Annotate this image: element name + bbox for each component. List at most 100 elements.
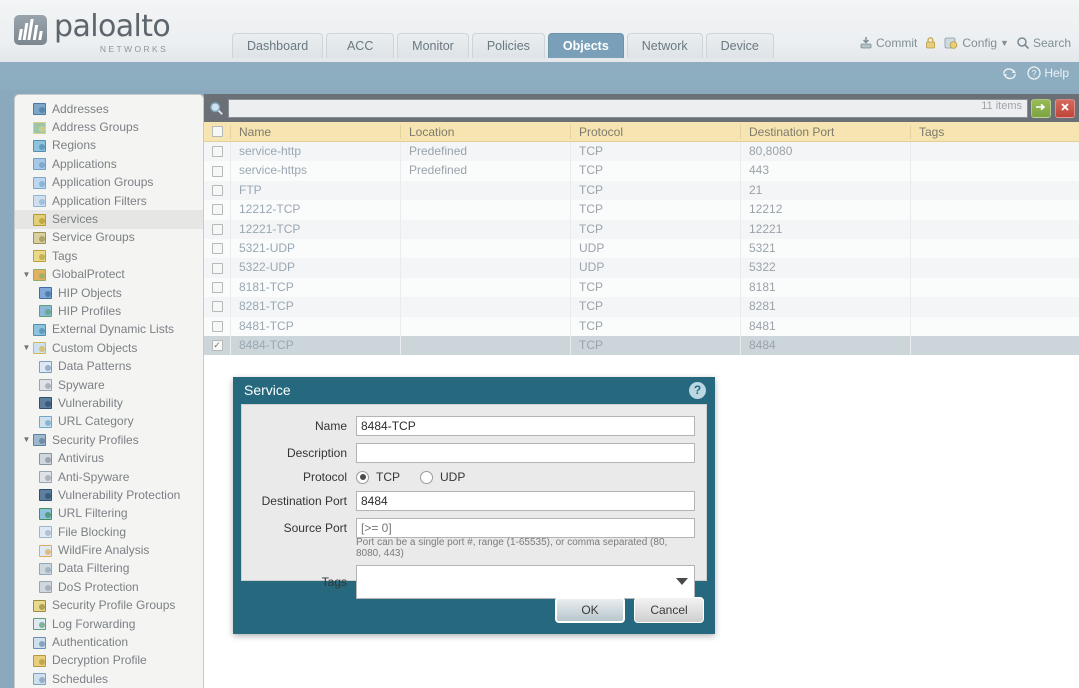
- help-button[interactable]: ? Help: [1027, 66, 1069, 80]
- table-row[interactable]: 12212-TCP TCP 12212: [204, 200, 1079, 220]
- sidebar-item-authentication[interactable]: Authentication: [15, 633, 203, 651]
- protocol-udp-label[interactable]: UDP: [440, 470, 465, 484]
- row-checkbox[interactable]: [204, 301, 230, 313]
- sidebar-item-service-groups[interactable]: Service Groups: [15, 229, 203, 247]
- expand-collapse-icon[interactable]: ▼: [21, 270, 32, 279]
- refresh-button[interactable]: [1002, 67, 1017, 80]
- sidebar-item-log-forwarding[interactable]: Log Forwarding: [15, 615, 203, 633]
- table-row[interactable]: service-http Predefined TCP 80,8080: [204, 142, 1079, 162]
- row-checkbox[interactable]: [204, 146, 230, 158]
- question-icon[interactable]: ?: [689, 382, 706, 399]
- table-row[interactable]: 5322-UDP UDP 5322: [204, 258, 1079, 278]
- row-checkbox[interactable]: [204, 262, 230, 274]
- sidebar-item-hip-objects[interactable]: HIP Objects: [15, 284, 203, 302]
- sidebar-item-schedules[interactable]: Schedules: [15, 670, 203, 688]
- sidebar-item-application-groups[interactable]: Application Groups: [15, 174, 203, 192]
- ok-button[interactable]: OK: [555, 597, 625, 623]
- row-checkbox[interactable]: [204, 223, 230, 235]
- table-row[interactable]: ✓ 8484-TCP TCP 8484: [204, 335, 1079, 356]
- protocol-tcp-label[interactable]: TCP: [376, 470, 400, 484]
- destination-port-field[interactable]: [356, 491, 695, 511]
- sidebar-item-wildfire-analysis[interactable]: WildFire Analysis: [15, 541, 203, 559]
- config-menu[interactable]: Config ▼: [944, 36, 1009, 50]
- sidebar-item-decryption-profile[interactable]: Decryption Profile: [15, 652, 203, 670]
- column-header-name[interactable]: Name: [230, 124, 400, 139]
- tab-monitor[interactable]: Monitor: [397, 33, 469, 58]
- sidebar-item-data-patterns[interactable]: Data Patterns: [15, 357, 203, 375]
- sidebar-item-custom-objects[interactable]: ▼ Custom Objects: [15, 339, 203, 357]
- sidebar-item-antivirus[interactable]: Antivirus: [15, 449, 203, 467]
- row-checkbox[interactable]: [204, 320, 230, 332]
- table-row[interactable]: 5321-UDP UDP 5321: [204, 238, 1079, 259]
- tab-policies[interactable]: Policies: [471, 33, 545, 58]
- tab-acc[interactable]: ACC: [326, 33, 395, 58]
- antivirus-icon: [38, 452, 54, 466]
- sidebar-item-services[interactable]: Services: [15, 210, 203, 229]
- sidebar-item-dos-protection[interactable]: DoS Protection: [15, 578, 203, 596]
- select-all-checkbox[interactable]: [204, 126, 230, 137]
- table-row[interactable]: 12221-TCP TCP 12221: [204, 219, 1079, 239]
- table-row[interactable]: 8281-TCP TCP 8281: [204, 297, 1079, 317]
- tab-network[interactable]: Network: [626, 33, 703, 58]
- expand-collapse-icon[interactable]: ▼: [21, 344, 32, 352]
- sidebar-item-external-dynamic-lists[interactable]: External Dynamic Lists: [15, 321, 203, 339]
- sidebar-item-data-filtering[interactable]: Data Filtering: [15, 560, 203, 578]
- sidebar-item-globalprotect[interactable]: ▼ GlobalProtect: [15, 266, 203, 284]
- clear-filter-button[interactable]: [1055, 98, 1075, 118]
- row-checkbox[interactable]: [204, 184, 230, 196]
- source-port-field[interactable]: [356, 518, 695, 538]
- row-checkbox[interactable]: [204, 204, 230, 216]
- config-icon: [944, 36, 959, 50]
- tab-device[interactable]: Device: [705, 33, 774, 58]
- lock-button[interactable]: [924, 36, 937, 50]
- row-checkbox[interactable]: [204, 165, 230, 177]
- name-field[interactable]: [356, 416, 695, 436]
- sidebar-item-applications[interactable]: Applications: [15, 155, 203, 173]
- sidebar-item-anti-spyware[interactable]: Anti-Spyware: [15, 468, 203, 486]
- table-row[interactable]: 8181-TCP TCP 8181: [204, 277, 1079, 298]
- table-row[interactable]: FTP TCP 21: [204, 180, 1079, 201]
- sidebar-item-url-category[interactable]: URL Category: [15, 413, 203, 431]
- protocol-udp-radio[interactable]: [420, 470, 433, 484]
- apply-filter-button[interactable]: [1031, 98, 1051, 118]
- sidebar-item-vulnerability-protection[interactable]: Vulnerability Protection: [15, 486, 203, 504]
- tab-objects[interactable]: Objects: [547, 33, 624, 58]
- commit-label: Commit: [876, 36, 918, 50]
- tags-field[interactable]: [356, 565, 695, 599]
- commit-icon: [859, 36, 873, 50]
- filter-search-icon[interactable]: [204, 94, 228, 122]
- sidebar-item-security-profile-groups[interactable]: Security Profile Groups: [15, 597, 203, 615]
- tab-dashboard[interactable]: Dashboard: [232, 33, 324, 58]
- sidebar-item-address-groups[interactable]: Address Groups: [15, 118, 203, 136]
- row-checkbox[interactable]: ✓: [204, 340, 230, 352]
- sidebar-item-security-profiles[interactable]: ▼ Security Profiles: [15, 431, 203, 449]
- cancel-button[interactable]: Cancel: [634, 597, 704, 623]
- column-header-location[interactable]: Location: [400, 124, 570, 139]
- search-button[interactable]: Search: [1016, 36, 1071, 50]
- filter-input[interactable]: [228, 98, 1028, 118]
- row-checkbox[interactable]: [204, 243, 230, 255]
- row-checkbox[interactable]: [204, 281, 230, 293]
- sidebar-item-application-filters[interactable]: Application Filters: [15, 192, 203, 210]
- sidebar-item-regions[interactable]: Regions: [15, 137, 203, 155]
- table-row[interactable]: service-https Predefined TCP 443: [204, 161, 1079, 181]
- sidebar-item-vulnerability[interactable]: Vulnerability: [15, 394, 203, 412]
- sidebar-item-file-blocking[interactable]: File Blocking: [15, 523, 203, 541]
- description-field[interactable]: [356, 443, 695, 463]
- expand-collapse-icon[interactable]: ▼: [21, 436, 32, 444]
- sidebar-item-hip-profiles[interactable]: HIP Profiles: [15, 302, 203, 320]
- chevron-down-icon[interactable]: [676, 578, 688, 585]
- column-header-tags[interactable]: Tags: [910, 124, 1079, 139]
- sidebar-item-url-filtering[interactable]: URL Filtering: [15, 505, 203, 523]
- sidebar-item-spyware[interactable]: Spyware: [15, 376, 203, 394]
- protocol-tcp-radio[interactable]: [356, 470, 369, 484]
- column-header-destination-port[interactable]: Destination Port: [740, 124, 910, 139]
- sidebar-item-addresses[interactable]: Addresses: [15, 100, 203, 118]
- sidebar-item-label: External Dynamic Lists: [52, 322, 175, 337]
- cell-protocol: UDP: [570, 258, 740, 278]
- table-row[interactable]: 8481-TCP TCP 8481: [204, 316, 1079, 336]
- commit-button[interactable]: Commit: [859, 36, 917, 50]
- source-port-label: Source Port: [283, 521, 347, 535]
- sidebar-item-tags[interactable]: Tags: [15, 247, 203, 265]
- column-header-protocol[interactable]: Protocol: [570, 124, 740, 139]
